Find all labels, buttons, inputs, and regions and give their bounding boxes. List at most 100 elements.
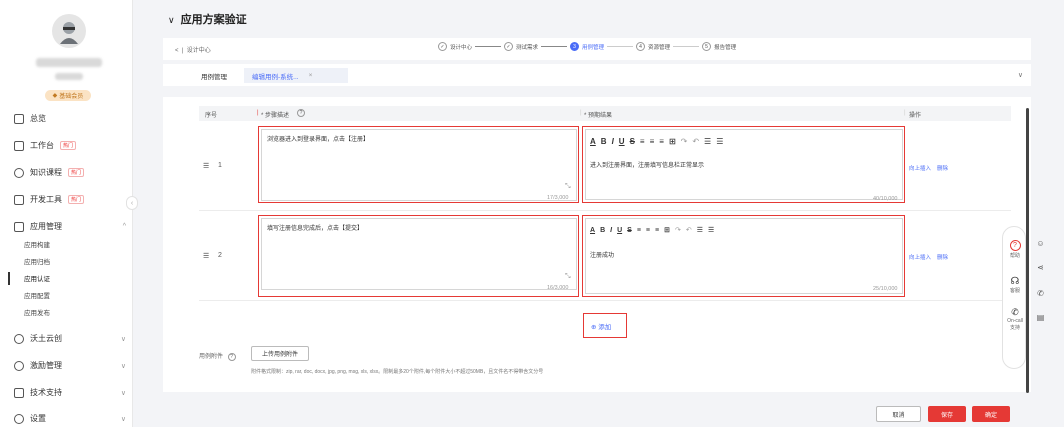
subnav-config[interactable]: 应用配置 <box>24 290 50 300</box>
italic-icon[interactable]: I <box>612 137 614 146</box>
drag-handle-icon[interactable]: ☰ <box>203 252 209 260</box>
delete-link[interactable]: 删除 <box>937 253 948 261</box>
nav-overview[interactable]: 总览 <box>14 113 126 124</box>
expected-char-count: 40/10,000 <box>873 196 898 202</box>
customer-service-button[interactable]: ☊ 客服 <box>1003 276 1027 294</box>
headset-icon: ☊ <box>1010 276 1020 287</box>
help-icon[interactable]: ? <box>227 353 236 361</box>
nav-courses[interactable]: 知识课程 热门 <box>14 167 126 178</box>
tab-edit-case[interactable]: 编辑用例-系统... × <box>244 68 348 83</box>
bullet-list-icon[interactable]: ☰ <box>704 137 711 146</box>
italic-icon[interactable]: I <box>610 227 612 234</box>
help-button[interactable]: ? 帮助 <box>1003 240 1027 259</box>
header-steps: * 步骤描述 <box>261 113 290 119</box>
bold-icon[interactable]: B <box>601 137 607 146</box>
resize-handle-icon[interactable]: ⤡ <box>565 273 571 281</box>
align-center-icon[interactable]: ≡ <box>646 227 650 234</box>
username-blurred <box>36 58 102 67</box>
cancel-button[interactable]: 取消 <box>876 406 921 422</box>
nav-workbench[interactable]: 工作台 热门 <box>14 140 126 151</box>
row-number: 2 <box>218 252 222 259</box>
feedback-icon[interactable]: ▤ <box>1035 312 1046 323</box>
floating-help-panel: ? 帮助 ☊ 客服 ✆ On-call 支持 <box>1002 226 1026 369</box>
sidebar-collapse-button[interactable]: ‹ <box>126 196 138 210</box>
underline-icon[interactable]: U <box>619 137 625 146</box>
undo-icon[interactable]: ↶ <box>686 226 692 234</box>
subnav-build[interactable]: 应用构建 <box>24 239 50 249</box>
nav-incentive[interactable]: 激励管理 ∨ <box>14 360 126 371</box>
font-color-icon[interactable]: A <box>590 137 596 146</box>
redo-icon[interactable]: ↷ <box>675 226 681 234</box>
nav-settings[interactable]: 设置 ∨ <box>14 413 126 424</box>
hot-tag: 热门 <box>60 141 77 150</box>
step-text: 填写注册信息完成后，点击【提交】 <box>267 226 364 232</box>
cloud-icon <box>14 333 24 344</box>
strikethrough-icon[interactable]: S <box>627 227 632 234</box>
tab-case-management[interactable]: 用例管理 <box>201 71 227 81</box>
step-label[interactable]: 用例管理 <box>582 43 604 51</box>
add-row-label: ⊕ 添加 <box>591 324 612 331</box>
step-text: 浏览器进入到登录界面，点击【注册】 <box>267 137 370 143</box>
delete-link[interactable]: 删除 <box>937 164 948 172</box>
nav-support[interactable]: 技术支持 ∨ <box>14 387 126 398</box>
question-icon: ? <box>1009 240 1021 251</box>
smile-icon[interactable]: ☺ <box>1035 238 1046 249</box>
table-icon[interactable]: ⊞ <box>669 137 676 146</box>
insert-above-link[interactable]: 向上插入 <box>909 164 931 172</box>
step-check-icon: ✓ <box>438 42 447 51</box>
phone-icon[interactable]: ✆ <box>1035 288 1046 299</box>
row-divider <box>199 300 1011 301</box>
subnav-certification[interactable]: 应用认证 <box>24 273 50 283</box>
save-button[interactable]: 保存 <box>928 406 966 422</box>
bullet-list-icon[interactable]: ☰ <box>697 226 703 234</box>
header-op: 操作 <box>909 113 922 119</box>
step-label[interactable]: 报告管理 <box>714 43 736 51</box>
subnav-publish[interactable]: 应用发布 <box>24 307 50 317</box>
upload-attachment-button[interactable]: 上传用例附件 <box>251 346 309 361</box>
align-right-icon[interactable]: ≡ <box>659 137 664 146</box>
hot-tag: 热门 <box>68 168 85 177</box>
resize-handle-icon[interactable]: ⤡ <box>565 183 571 191</box>
insert-above-link[interactable]: 向上插入 <box>909 253 931 261</box>
number-list-icon[interactable]: ☰ <box>716 137 723 146</box>
confirm-button[interactable]: 确定 <box>972 406 1010 422</box>
share-icon[interactable]: ⋖ <box>1035 262 1046 273</box>
bold-icon[interactable]: B <box>600 227 605 234</box>
table-icon[interactable]: ⊞ <box>664 226 670 234</box>
align-left-icon[interactable]: ≡ <box>637 227 641 234</box>
step-label[interactable]: 资源管理 <box>648 43 670 51</box>
userinfo-blurred <box>55 73 83 80</box>
font-color-icon[interactable]: A <box>590 227 595 234</box>
help-icon[interactable]: ? <box>297 109 305 117</box>
header-expected: * 预期结果 <box>584 113 613 119</box>
incentive-icon <box>14 360 24 371</box>
chevron-down-icon[interactable]: ∨ <box>168 15 175 25</box>
drag-handle-icon[interactable]: ☰ <box>203 162 209 170</box>
align-right-icon[interactable]: ≡ <box>655 227 659 234</box>
hot-tag: 热门 <box>68 195 85 204</box>
expected-text: 进入到注册界面，注册填写信息栏正常显示 <box>590 163 705 169</box>
avatar[interactable] <box>52 14 86 48</box>
nav-app-management[interactable]: 应用管理 ^ <box>14 221 126 232</box>
nav-devtools[interactable]: 开发工具 热门 <box>14 194 126 205</box>
strikethrough-icon[interactable]: S <box>630 137 635 146</box>
subnav-archive[interactable]: 应用归档 <box>24 256 50 266</box>
underline-icon[interactable]: U <box>617 227 622 234</box>
step-label[interactable]: 设计中心 <box>450 43 472 51</box>
back-link[interactable]: < | 设计中心 <box>175 45 211 54</box>
row-divider <box>199 210 1011 211</box>
step-check-icon: ✓ <box>504 42 514 51</box>
undo-icon[interactable]: ↶ <box>692 137 699 146</box>
step-progress: ✓ 设计中心 ✓ 测试需求 3 用例管理 4 资源管理 5 报告管理 <box>438 42 736 51</box>
step-label[interactable]: 测试需求 <box>516 43 538 51</box>
align-left-icon[interactable]: ≡ <box>640 137 645 146</box>
redo-icon[interactable]: ↷ <box>681 137 688 146</box>
workbench-icon <box>14 140 24 151</box>
oncall-button[interactable]: ✆ On-call 支持 <box>1003 307 1027 331</box>
number-list-icon[interactable]: ☰ <box>708 226 714 234</box>
member-badge: ◆ 基础会员 <box>45 90 91 101</box>
nav-wotu[interactable]: 沃土云创 ∨ <box>14 333 126 344</box>
align-center-icon[interactable]: ≡ <box>650 137 655 146</box>
chevron-down-icon[interactable]: ∨ <box>1018 71 1023 79</box>
close-icon[interactable]: × <box>309 72 313 79</box>
